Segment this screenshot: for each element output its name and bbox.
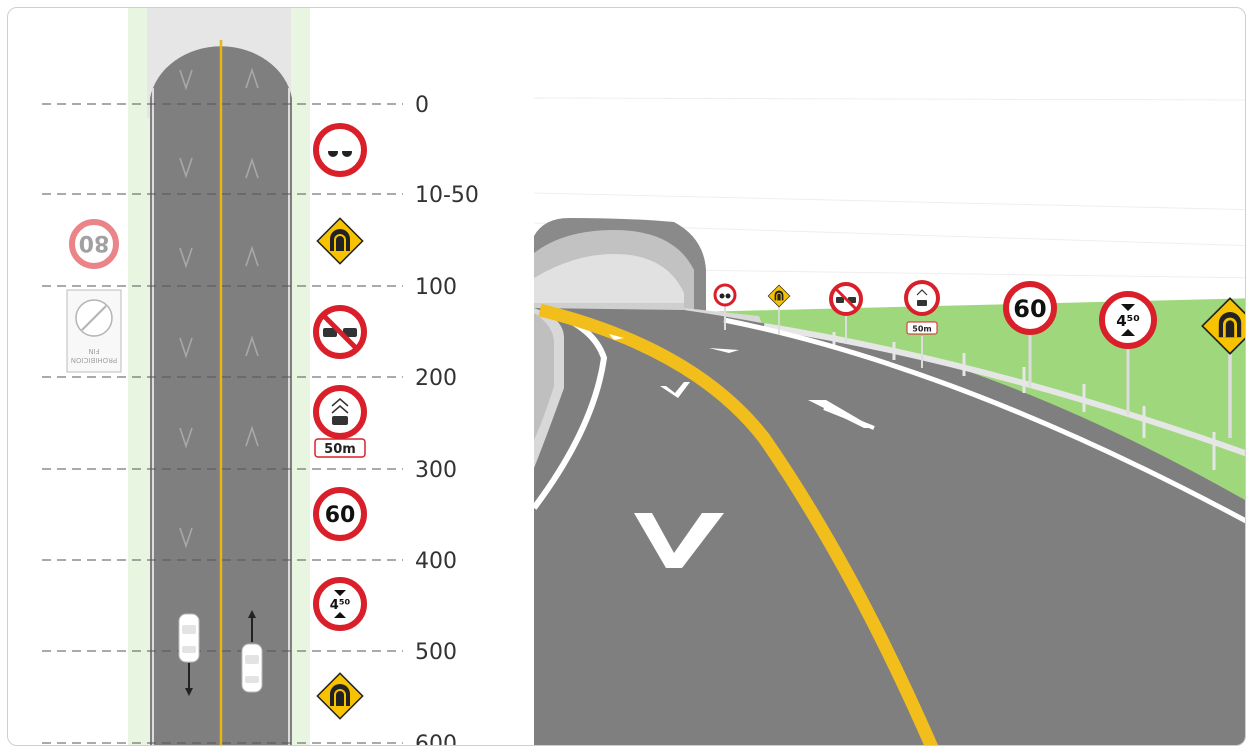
svg-text:60: 60	[1013, 295, 1046, 323]
figure-frame: 0 10-50 100 200 300 400 500 600 50m 60 4…	[7, 7, 1246, 746]
distance-label-200: 200	[415, 366, 457, 391]
no-overtaking-sign	[313, 305, 367, 359]
end-prohibition-plate-back: PROHIBICION FIN	[66, 289, 122, 373]
svg-text:4⁵⁰: 4⁵⁰	[1116, 312, 1140, 330]
plan-view-diagram: 0 10-50 100 200 300 400 500 600 50m 60 4…	[42, 8, 479, 745]
distance-label-400: 400	[415, 549, 457, 574]
svg-text:80: 80	[79, 230, 110, 255]
distance-label-500: 500	[415, 640, 457, 665]
end-speed-sign-back: 80	[69, 219, 119, 269]
headlights-on-sign	[313, 123, 367, 177]
svg-text:60: 60	[325, 503, 356, 528]
svg-text:4⁵⁰: 4⁵⁰	[330, 598, 351, 613]
car-northbound	[241, 643, 263, 693]
car-southbound	[178, 613, 200, 663]
speed-limit-sign: 60	[313, 487, 367, 541]
distance-plate: 50m	[314, 438, 366, 458]
svg-text:PROHIBICION: PROHIBICION	[71, 356, 118, 364]
p-distance-plate: 50m	[912, 325, 931, 334]
height-limit-sign: 4⁵⁰	[313, 577, 367, 631]
distance-label-100: 100	[415, 275, 457, 300]
distance-label-0: 0	[415, 93, 429, 118]
perspective-view-illustration: 50m 60 4⁵⁰	[534, 97, 1245, 745]
tunnel-warning-sign	[316, 217, 364, 265]
distance-label-300: 300	[415, 458, 457, 483]
tunnel-warning-sign-entrance	[316, 672, 364, 720]
keep-distance-sign	[313, 385, 367, 439]
svg-text:FIN: FIN	[88, 347, 99, 355]
distance-label-10-50: 10-50	[415, 183, 479, 208]
svg-text:50m: 50m	[324, 442, 356, 457]
